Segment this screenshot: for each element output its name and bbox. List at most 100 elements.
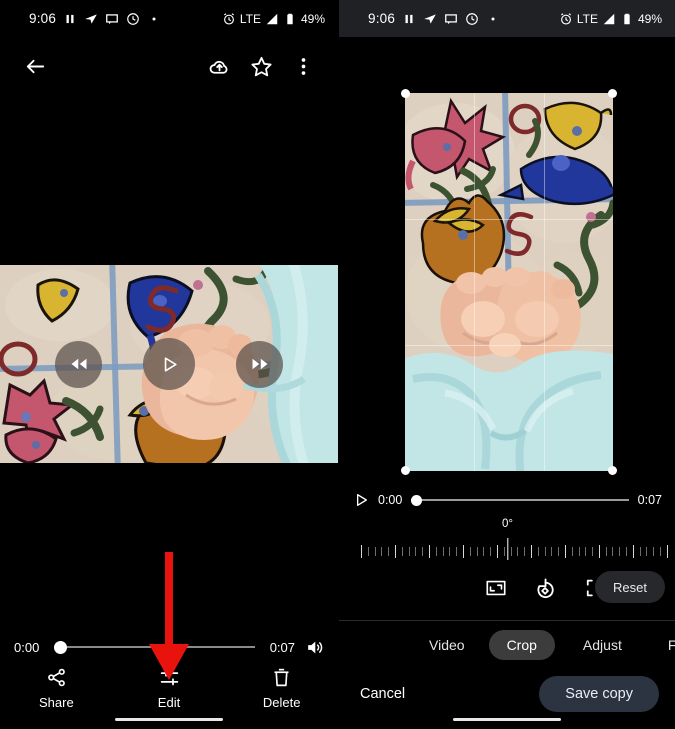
- playbar-track-bar: [411, 499, 629, 501]
- status-bar-right-cluster: LTE 49%: [222, 12, 325, 26]
- send-icon: [424, 13, 436, 24]
- rotation-value-label: 0°: [502, 518, 513, 530]
- star-icon: [250, 56, 272, 76]
- tab-crop[interactable]: Crop: [488, 629, 555, 660]
- crop-image: [405, 93, 613, 471]
- send-icon: [85, 13, 97, 24]
- back-arrow-icon: [26, 59, 44, 73]
- editor-bottom-bar: Cancel Save copy: [339, 672, 675, 716]
- tab-filters[interactable]: Filters: [650, 630, 675, 660]
- status-bar-right: 9:06 LTE 49%: [339, 0, 675, 37]
- edit-action[interactable]: Edit: [113, 667, 226, 710]
- alarm-icon: [223, 12, 234, 25]
- crop-grid-line-v1: [474, 93, 475, 471]
- tab-video[interactable]: Video: [411, 630, 483, 660]
- back-button[interactable]: [14, 45, 56, 87]
- favorite-button[interactable]: [240, 45, 282, 87]
- delete-action[interactable]: Delete: [225, 667, 338, 710]
- crop-frame[interactable]: [401, 89, 617, 475]
- playbar-total-time: 0:07: [637, 493, 662, 507]
- network-label: LTE: [239, 11, 261, 26]
- video-timeline[interactable]: 0:00 0:07: [0, 633, 338, 661]
- video-player-stage[interactable]: [0, 265, 338, 463]
- play-icon[interactable]: [353, 492, 369, 508]
- timeline-track-bar: [54, 646, 255, 648]
- share-action[interactable]: Share: [0, 667, 113, 710]
- home-indicator-right: [453, 717, 561, 721]
- playbar-knob[interactable]: [411, 494, 423, 506]
- fast-forward-icon: [252, 358, 267, 370]
- signal-icon: [603, 13, 615, 24]
- cloud-upload-icon: [209, 60, 227, 74]
- overflow-menu-button[interactable]: [282, 45, 324, 87]
- save-copy-button[interactable]: Save copy: [539, 676, 659, 712]
- reset-button[interactable]: Reset: [595, 571, 665, 603]
- fast-forward-button[interactable]: [236, 340, 283, 388]
- crop-playbar[interactable]: 0:00 0:07: [339, 487, 675, 513]
- signal-icon: [266, 13, 278, 24]
- editor-tab-strip: Video Crop Adjust Filters: [339, 620, 675, 668]
- edit-label: Edit: [157, 695, 181, 710]
- left-panel-video-viewer: 9:06 LTE 49% 0:00 0:07 Share Edit Delete: [0, 0, 338, 729]
- rotate-button[interactable]: [524, 569, 568, 607]
- crop-handle-bottom-right[interactable]: [608, 466, 617, 475]
- status-time-2: 9:06: [368, 11, 396, 26]
- status-bar-left-cluster: 9:06: [29, 11, 161, 26]
- left-app-bar: [0, 37, 338, 95]
- rotation-dial-indicator: [506, 538, 509, 560]
- message-icon: [106, 13, 118, 24]
- status-bar-right-right-cluster: LTE 49%: [559, 12, 662, 26]
- backup-button[interactable]: [198, 45, 240, 87]
- timeline-knob[interactable]: [54, 640, 67, 654]
- video-transport-controls: [0, 265, 338, 463]
- delete-label: Delete: [262, 695, 301, 710]
- play-button[interactable]: [143, 338, 195, 390]
- playbar-scrubber[interactable]: [411, 492, 629, 508]
- timeline-current-time: 0:00: [14, 639, 40, 655]
- screenshot-root: 9:06 LTE 49% 0:00 0:07 Share Edit Delete…: [0, 0, 675, 729]
- crop-handle-bottom-left[interactable]: [401, 466, 410, 475]
- play-icon: [164, 356, 177, 372]
- trash-icon: [274, 668, 289, 687]
- crop-handle-top-left[interactable]: [401, 89, 410, 98]
- timeline-total-time: 0:07: [269, 639, 295, 655]
- annotation-arrow-edit: [149, 552, 189, 680]
- share-icon: [47, 668, 65, 687]
- crop-preview-stage: [339, 37, 675, 480]
- rewind-icon: [71, 358, 86, 370]
- aspect-ratio-icon: [486, 580, 506, 596]
- tune-icon: [160, 669, 178, 686]
- home-indicator-left: [115, 717, 223, 721]
- crop-grid-line-v2: [544, 93, 545, 471]
- crop-handle-top-right[interactable]: [608, 89, 617, 98]
- crop-grid-line-h2: [405, 345, 613, 346]
- share-label: Share: [38, 695, 74, 710]
- cancel-button[interactable]: Cancel: [356, 680, 409, 708]
- pause-icon: [66, 14, 74, 23]
- right-panel-crop-editor: 9:06 LTE 49% 0:00 0:07 0° Reset Video Cr…: [338, 0, 675, 729]
- history-icon: [466, 12, 478, 25]
- aspect-ratio-button[interactable]: [474, 569, 518, 607]
- tab-adjust[interactable]: Adjust: [565, 630, 640, 660]
- alarm-icon: [560, 12, 571, 25]
- rotation-dial[interactable]: 0°: [339, 518, 675, 566]
- dot-icon: [491, 16, 495, 21]
- more-vert-icon: [301, 57, 305, 75]
- crop-image-content: [405, 93, 613, 471]
- crop-grid-line-h1: [405, 219, 613, 220]
- battery-icon: [287, 13, 293, 24]
- network-label-2: LTE: [576, 11, 598, 26]
- status-bar-left: 9:06 LTE 49%: [0, 0, 338, 37]
- status-bar-right-left-cluster: 9:06: [368, 11, 500, 26]
- battery-label: 49%: [300, 11, 325, 26]
- pause-icon: [405, 14, 413, 23]
- rotate-left-icon: [537, 577, 554, 598]
- left-action-bar: Share Edit Delete: [0, 667, 338, 715]
- rewind-button[interactable]: [55, 340, 102, 388]
- timeline-scrubber[interactable]: [54, 638, 255, 656]
- playbar-current-time: 0:00: [378, 493, 403, 507]
- battery-icon: [624, 13, 630, 24]
- volume-up-icon[interactable]: [305, 638, 324, 657]
- history-icon: [127, 12, 139, 25]
- rotation-dial-ticks: [361, 542, 668, 560]
